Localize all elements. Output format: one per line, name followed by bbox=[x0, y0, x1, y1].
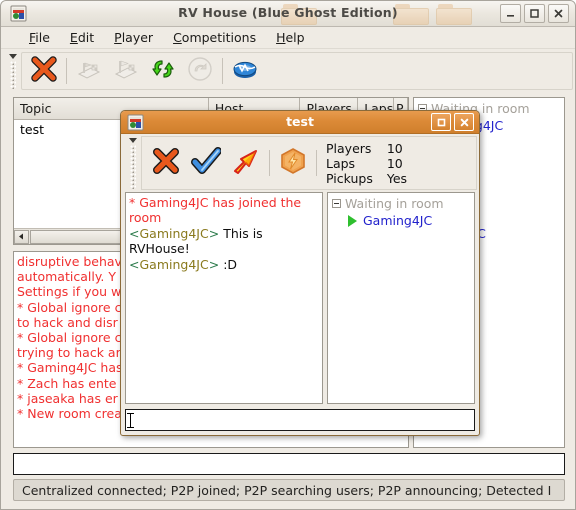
orange-hex-bolt-icon bbox=[278, 146, 308, 180]
dialog-toolbar-drag-handle[interactable] bbox=[127, 137, 139, 189]
blue-globe-icon bbox=[231, 55, 259, 87]
dialog-titlebar[interactable]: test bbox=[121, 111, 479, 134]
globe-button[interactable] bbox=[227, 54, 263, 88]
main-titlebar[interactable]: RV House (Blue Ghost Edition) bbox=[1, 1, 575, 27]
menu-label-file-rest: ile bbox=[35, 30, 50, 45]
room-dialog: test Players Laps Pickups 10 10 Yes * Ga… bbox=[120, 110, 480, 436]
main-toolbar bbox=[21, 52, 573, 90]
leave-room-button[interactable] bbox=[26, 54, 62, 88]
ready-check-button[interactable] bbox=[186, 143, 226, 183]
green-refresh-icon bbox=[149, 55, 177, 87]
menu-label-player-rest: layer bbox=[121, 30, 154, 45]
orange-x-icon bbox=[151, 146, 181, 180]
refresh-button[interactable] bbox=[145, 54, 181, 88]
bracket-open: < bbox=[129, 225, 140, 241]
scroll-left-icon[interactable] bbox=[14, 229, 29, 244]
menu-item-file[interactable]: File bbox=[19, 28, 60, 47]
menu-item-player[interactable]: Player bbox=[104, 28, 163, 47]
chat-body: :D bbox=[223, 256, 238, 272]
dialog-chat-log[interactable]: * Gaming4JC has joined the room <Gaming4… bbox=[125, 192, 323, 404]
launch-game-button[interactable] bbox=[226, 143, 266, 183]
room-info-values: 10 10 Yes bbox=[387, 141, 407, 186]
tree-collapse-icon[interactable] bbox=[332, 199, 341, 208]
list-item[interactable]: Gaming4JC bbox=[332, 212, 470, 229]
chat-line-message: <Gaming4JC> :D bbox=[129, 257, 319, 272]
dialog-title: test bbox=[286, 114, 314, 129]
bracket-close: > bbox=[208, 256, 220, 272]
podium-flag-icon bbox=[75, 55, 103, 87]
menu-item-competitions[interactable]: Competitions bbox=[163, 28, 266, 47]
dialog-toolbar-separator-2 bbox=[316, 150, 317, 176]
user-group-label: Waiting in room bbox=[345, 196, 444, 211]
podium-flag-icon bbox=[112, 55, 140, 87]
titlebar-folder-decoration-2 bbox=[393, 4, 431, 26]
room-info-value-players: 10 bbox=[386, 140, 403, 156]
bracket-open: < bbox=[129, 256, 140, 272]
dialog-toolbar: Players Laps Pickups 10 10 Yes bbox=[141, 136, 477, 190]
minimize-icon[interactable] bbox=[500, 4, 521, 23]
dialog-body: * Gaming4JC has joined the room <Gaming4… bbox=[121, 192, 479, 404]
menu-label-help-rest: elp bbox=[285, 30, 305, 45]
maximize-icon[interactable] bbox=[524, 4, 545, 23]
dialog-chat-input[interactable] bbox=[125, 409, 475, 431]
chat-nick: Gaming4JC bbox=[139, 256, 209, 272]
toolbar-drag-handle[interactable] bbox=[7, 53, 19, 89]
dialog-toolbar-separator-1 bbox=[269, 150, 270, 176]
text-caret bbox=[127, 413, 134, 428]
menubar: File Edit Player Competitions Help bbox=[1, 27, 575, 49]
room-info-labels: Players Laps Pickups bbox=[326, 141, 373, 186]
dialog-user-tree: Waiting in room Gaming4JC bbox=[328, 193, 474, 231]
close-icon[interactable] bbox=[454, 113, 474, 131]
chat-line-message: <Gaming4JC> This is RVHouse! bbox=[129, 226, 319, 257]
menu-item-edit[interactable]: Edit bbox=[60, 28, 104, 47]
main-toolbar-wrap bbox=[1, 49, 575, 93]
chat-line-system: * Gaming4JC has joined the room bbox=[129, 195, 302, 226]
titlebar-folder-decoration-1 bbox=[281, 4, 319, 26]
green-play-triangle-icon bbox=[348, 214, 357, 227]
yellow-arrow-icon bbox=[231, 146, 261, 180]
user-group-waiting-in-room[interactable]: Waiting in room bbox=[332, 195, 470, 212]
user-name: Gaming4JC bbox=[363, 213, 433, 228]
gray-circle-icon bbox=[186, 55, 214, 87]
bracket-close: > bbox=[208, 225, 220, 241]
room-info-label-laps: Laps bbox=[326, 155, 356, 171]
toolbar-separator-1 bbox=[66, 58, 67, 84]
room-info: Players Laps Pickups 10 10 Yes bbox=[320, 141, 407, 186]
close-icon[interactable] bbox=[548, 4, 569, 23]
main-chat-input[interactable] bbox=[13, 453, 565, 475]
dialog-user-panel[interactable]: Waiting in room Gaming4JC bbox=[327, 192, 475, 404]
menu-label-edit-rest: dit bbox=[77, 30, 95, 45]
chat-nick: Gaming4JC bbox=[139, 225, 209, 241]
toolbar-separator-2 bbox=[222, 58, 223, 84]
titlebar-folder-decoration-3 bbox=[436, 4, 474, 26]
maximize-icon[interactable] bbox=[431, 113, 451, 131]
disconnect-button[interactable] bbox=[182, 54, 218, 88]
join-competition-button[interactable] bbox=[108, 54, 144, 88]
room-info-value-laps: 10 bbox=[386, 155, 403, 171]
dialog-toolbar-wrap: Players Laps Pickups 10 10 Yes bbox=[121, 134, 479, 192]
menu-label-competitions-rest: ompetitions bbox=[181, 30, 257, 45]
rvhouse-app-icon[interactable] bbox=[10, 5, 27, 22]
room-info-label-pickups: Pickups bbox=[326, 170, 373, 186]
leave-room-button[interactable] bbox=[146, 143, 186, 183]
main-window-controls bbox=[500, 4, 569, 23]
rvhouse-app-icon[interactable] bbox=[127, 114, 144, 131]
dialog-input-row bbox=[121, 404, 479, 435]
orange-x-icon bbox=[30, 55, 58, 87]
status-bar: Centralized connected; P2P joined; P2P s… bbox=[13, 479, 565, 501]
room-info-label-players: Players bbox=[326, 140, 372, 156]
room-info-value-pickups: Yes bbox=[386, 170, 408, 186]
pickups-button[interactable] bbox=[273, 143, 313, 183]
dialog-window-controls bbox=[431, 113, 474, 131]
blue-check-icon bbox=[191, 146, 222, 180]
create-competition-button[interactable] bbox=[71, 54, 107, 88]
menu-item-help[interactable]: Help bbox=[266, 28, 315, 47]
